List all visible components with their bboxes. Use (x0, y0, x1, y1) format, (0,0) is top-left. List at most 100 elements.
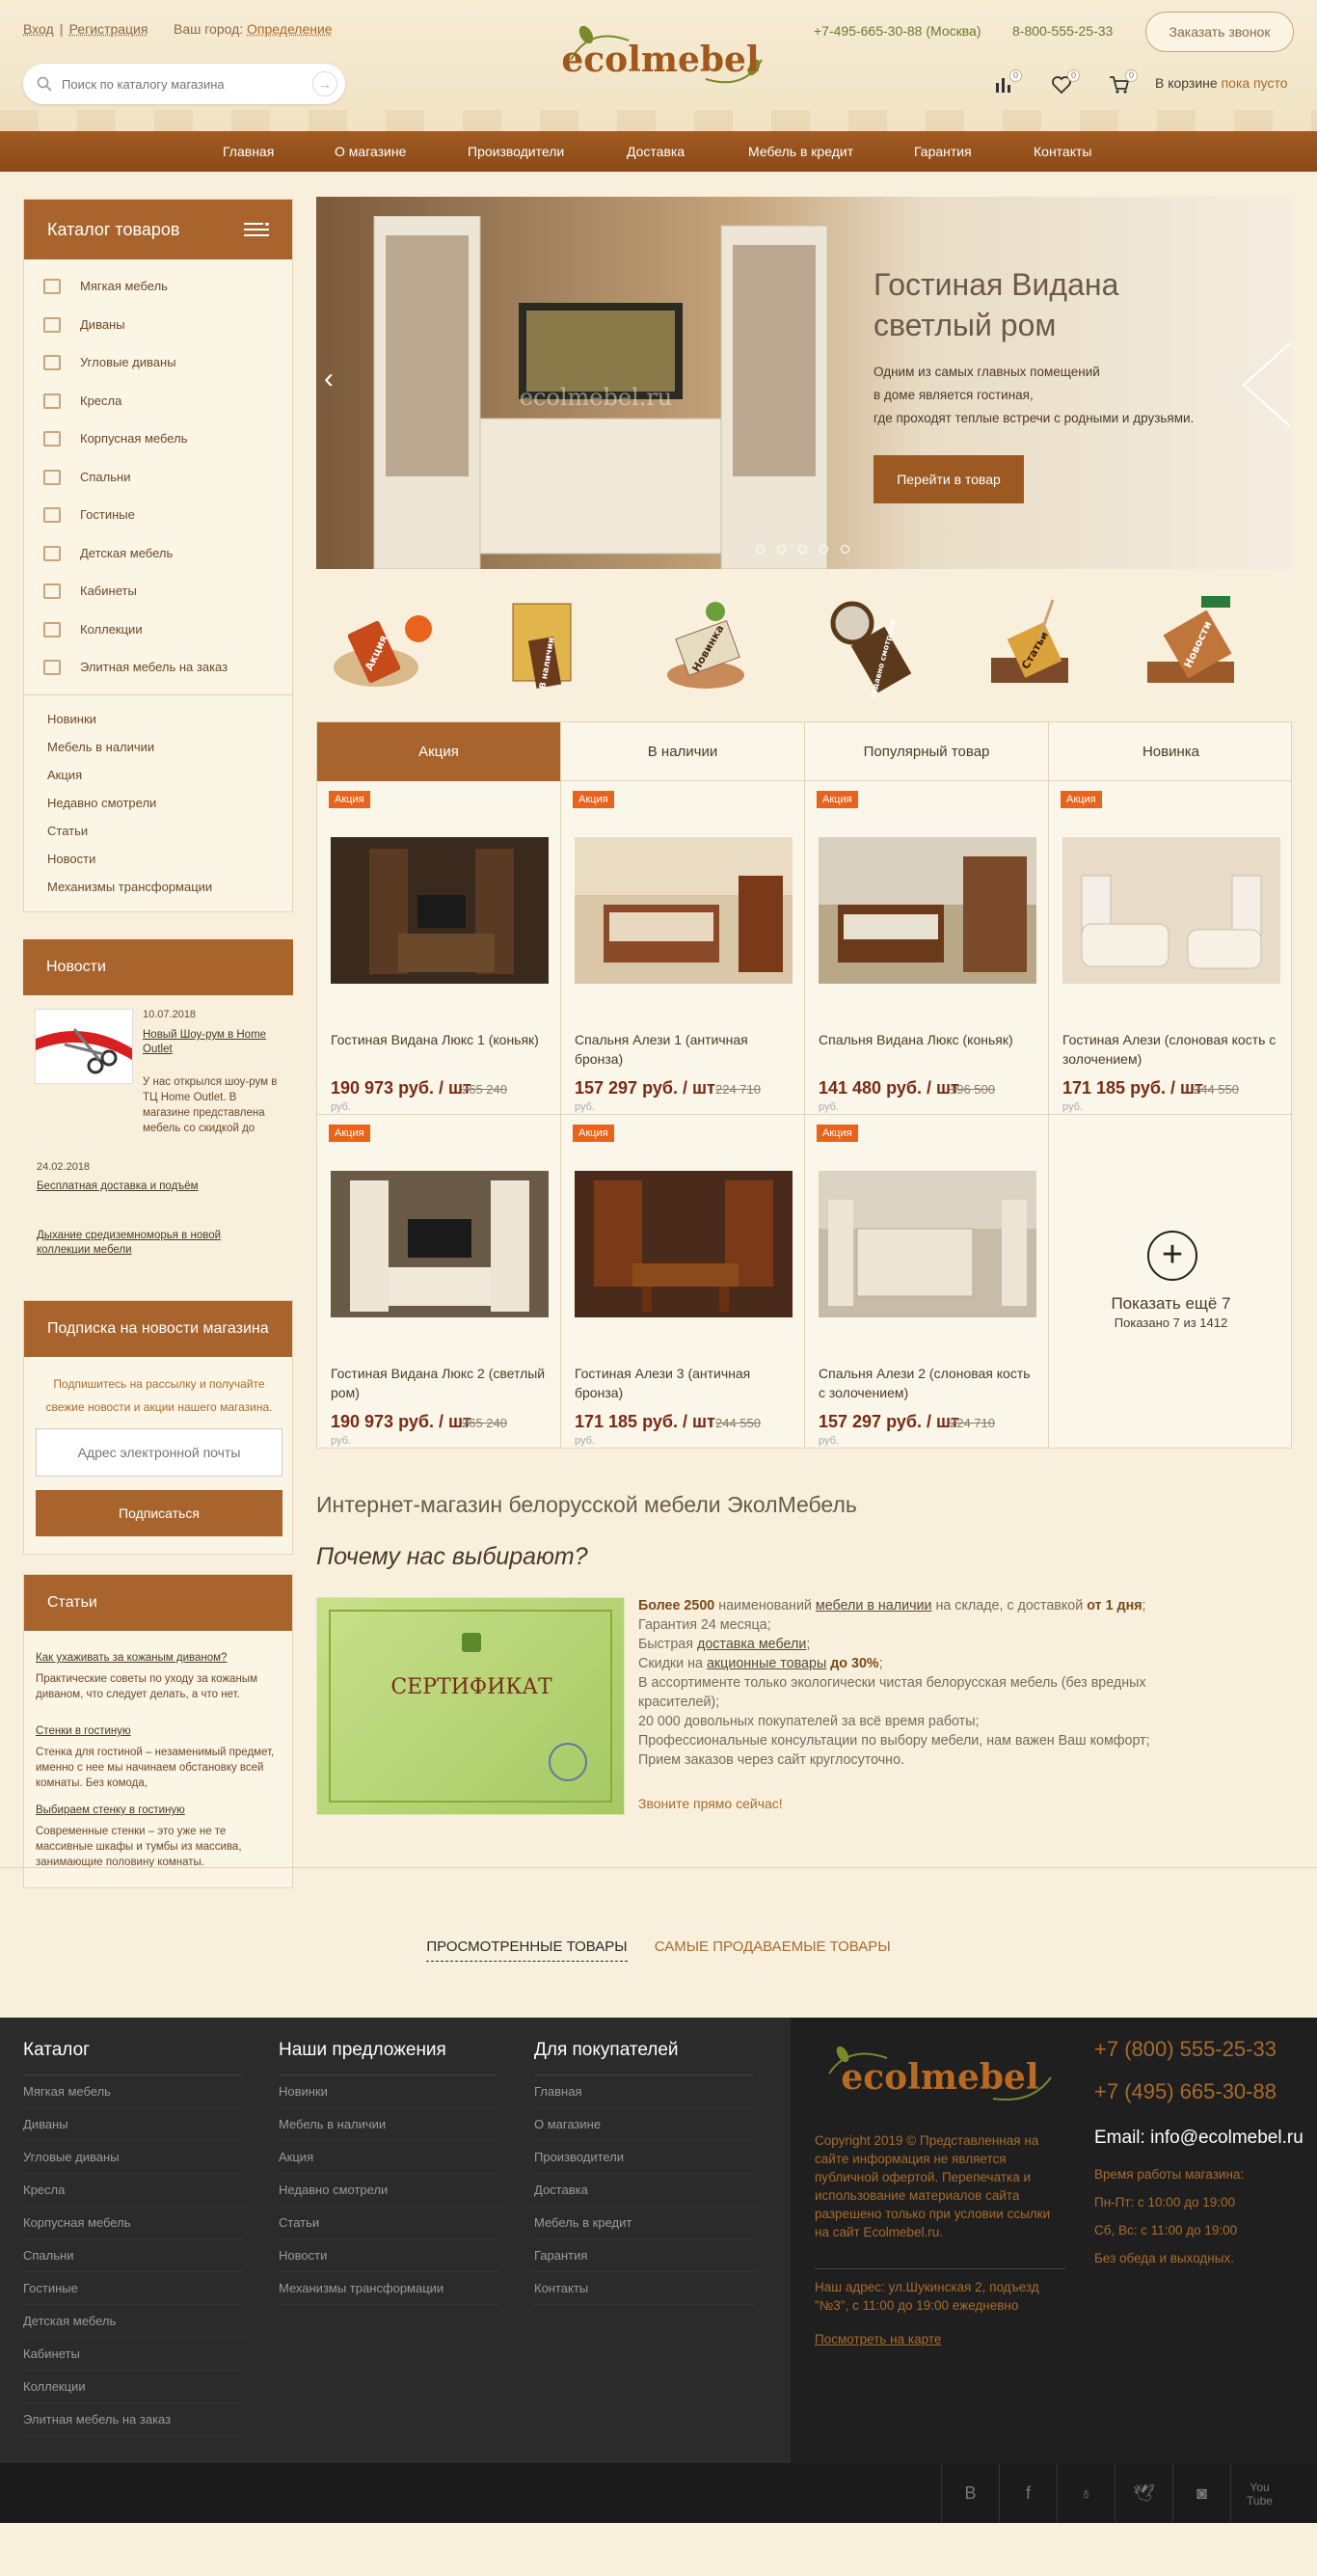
slider-next-icon[interactable] (1238, 341, 1292, 428)
phone-free[interactable]: 8-800-555-25-33 (1012, 23, 1113, 39)
link-new[interactable]: Новинки (24, 705, 292, 733)
slider-dot[interactable] (756, 545, 765, 554)
article-link[interactable]: Как ухаживать за кожаным диваном? (36, 1650, 281, 1666)
vk-icon[interactable]: B (941, 2463, 999, 2523)
slider-dot[interactable] (798, 545, 807, 554)
slider-prev-icon[interactable]: ‹ (324, 363, 334, 395)
article-link[interactable]: Стенки в гостиную (36, 1723, 281, 1739)
link-mechanisms[interactable]: Механизмы трансформации (24, 873, 292, 901)
hero-slider[interactable]: ecolmebel.ru ‹ Гостиная Видана светлый ро… (316, 197, 1292, 569)
link-recent[interactable]: Недавно смотрели (24, 789, 292, 817)
slider-dot[interactable] (820, 545, 828, 554)
link-articles[interactable]: Статьи (24, 817, 292, 845)
product-card[interactable]: Акция Гостиная Алези (слоновая кость с з… (1049, 781, 1293, 1115)
catalog-item-elite[interactable]: Элитная мебель на заказ (24, 648, 292, 687)
slide-cta-button[interactable]: Перейти в товар (874, 455, 1024, 503)
tab-viewed[interactable]: ПРОСМОТРЕННЫЕ ТОВАРЫ (426, 1939, 628, 1962)
product-name[interactable]: Гостиная Видана Люкс 2 (светлый ром) (331, 1364, 549, 1402)
footer-link[interactable]: Новости (279, 2239, 498, 2272)
news-link[interactable]: Бесплатная доставка и подъём (37, 1180, 287, 1192)
product-card[interactable]: Акция Гостиная Видана Люкс 1 (коньяк) 19… (317, 781, 561, 1115)
tab-in-stock[interactable]: В наличии (561, 722, 805, 782)
product-name[interactable]: Гостиная Алези 3 (античная бронза) (575, 1364, 793, 1402)
product-image[interactable] (331, 1171, 549, 1317)
link-in-stock[interactable]: Мебель в наличии (24, 733, 292, 761)
promo-new[interactable]: Новинка (648, 590, 769, 698)
footer-link[interactable]: Доставка (534, 2174, 754, 2207)
footer-link[interactable]: О магазине (534, 2108, 754, 2141)
footer-link[interactable]: Мягкая мебель (23, 2075, 243, 2108)
city-value[interactable]: Определение (247, 21, 333, 37)
product-card[interactable]: Акция Спальня Алези 2 (слоновая кость с … (805, 1115, 1049, 1449)
email-field[interactable] (36, 1428, 282, 1477)
link-news[interactable]: Новости (24, 845, 292, 873)
footer-phone-2[interactable]: +7 (495) 665-30-88 (1094, 2079, 1277, 2104)
promo-sale[interactable]: Акция (322, 590, 443, 698)
nav-warranty[interactable]: Гарантия (914, 131, 972, 172)
footer-link[interactable]: Акция (279, 2141, 498, 2174)
promo-recent[interactable]: Недавно смотрели (810, 590, 931, 702)
footer-link[interactable]: Кресла (23, 2174, 243, 2207)
footer-phone-1[interactable]: +7 (800) 555-25-33 (1094, 2037, 1277, 2062)
footer-link[interactable]: Контакты (534, 2272, 754, 2305)
product-card[interactable]: Акция Спальня Видана Люкс (коньяк) 141 4… (805, 781, 1049, 1115)
footer-link[interactable]: Статьи (279, 2207, 498, 2239)
footer-link[interactable]: Производители (534, 2141, 754, 2174)
footer-logo[interactable]: ecolmebel (820, 2045, 1061, 2108)
compare-icon[interactable]: 0 (993, 69, 1022, 95)
nav-contacts[interactable]: Контакты (1034, 131, 1091, 172)
instagram-icon[interactable]: ◙ (1172, 2463, 1230, 2523)
map-link[interactable]: Посмотреть на карте (815, 2332, 941, 2346)
link-delivery-text[interactable]: доставка мебели (697, 1637, 806, 1652)
catalog-item-collections[interactable]: Коллекции (24, 610, 292, 649)
footer-link[interactable]: Элитная мебель на заказ (23, 2403, 243, 2436)
cart-status[interactable]: В корзине пока пусто (1155, 75, 1288, 91)
catalog-item-kids[interactable]: Детская мебель (24, 534, 292, 573)
footer-link[interactable]: Главная (534, 2075, 754, 2108)
phone-moscow[interactable]: +7-495-665-30-88 (Москва) (814, 23, 981, 39)
search-submit-button[interactable]: → (312, 71, 337, 96)
product-name[interactable]: Спальня Алези 2 (слоновая кость с золоче… (819, 1364, 1036, 1402)
footer-link[interactable]: Угловые диваны (23, 2141, 243, 2174)
catalog-item-cabinet[interactable]: Корпусная мебель (24, 420, 292, 458)
news-link[interactable]: Новый Шоу-рум в Home Outlet (143, 1028, 283, 1057)
search-input[interactable] (62, 64, 303, 104)
link-in-stock-text[interactable]: мебели в наличии (816, 1598, 932, 1613)
product-card[interactable]: Акция Спальня Алези 1 (античная бронза) … (561, 781, 805, 1115)
article-link[interactable]: Выбираем стенку в гостиную (36, 1803, 281, 1818)
footer-link[interactable]: Механизмы трансформации (279, 2272, 498, 2305)
product-name[interactable]: Гостиная Видана Люкс 1 (коньяк) (331, 1030, 549, 1049)
catalog-item-soft[interactable]: Мягкая мебель (24, 267, 292, 306)
catalog-item-armchairs[interactable]: Кресла (24, 382, 292, 420)
callback-button[interactable]: Заказать звонок (1145, 12, 1294, 52)
footer-email[interactable]: Email: info@ecolmebel.ru (1094, 2128, 1304, 2149)
product-image[interactable] (819, 837, 1036, 984)
product-card[interactable]: Акция Гостиная Видана Люкс 2 (светлый ро… (317, 1115, 561, 1449)
logo[interactable]: ecolmebel (551, 21, 769, 95)
show-more-button[interactable]: + Показать ещё 7 Показано 7 из 1412 (1049, 1115, 1293, 1449)
news-image[interactable] (35, 1009, 133, 1084)
catalog-header[interactable]: Каталог товаров (24, 200, 292, 259)
slider-dot[interactable] (841, 545, 849, 554)
facebook-icon[interactable]: f (999, 2463, 1057, 2523)
footer-link[interactable]: Мебель в кредит (534, 2207, 754, 2239)
product-image[interactable] (1062, 837, 1280, 984)
tab-new[interactable]: Новинка (1049, 722, 1293, 782)
youtube-icon[interactable]: You Tube (1230, 2463, 1288, 2523)
catalog-item-offices[interactable]: Кабинеты (24, 572, 292, 610)
product-name[interactable]: Гостиная Алези (слоновая кость с золочен… (1062, 1030, 1280, 1069)
footer-link[interactable]: Коллекции (23, 2371, 243, 2403)
footer-link[interactable]: Диваны (23, 2108, 243, 2141)
twitter-icon[interactable]: 🕊 (1115, 2463, 1172, 2523)
certificate-image[interactable]: СЕРТИФИКАТ (316, 1597, 625, 1815)
nav-manufacturers[interactable]: Производители (468, 131, 564, 172)
subscribe-button[interactable]: Подписаться (36, 1490, 282, 1536)
product-image[interactable] (331, 837, 549, 984)
catalog-item-bedrooms[interactable]: Спальни (24, 458, 292, 497)
odnoklassniki-icon[interactable]: ♁ (1057, 2463, 1115, 2523)
promo-in-stock[interactable]: В наличии (484, 590, 605, 698)
login-link[interactable]: Вход (23, 21, 54, 37)
link-sale[interactable]: Акция (24, 761, 292, 789)
product-image[interactable] (819, 1171, 1036, 1317)
nav-about[interactable]: О магазине (335, 131, 406, 172)
